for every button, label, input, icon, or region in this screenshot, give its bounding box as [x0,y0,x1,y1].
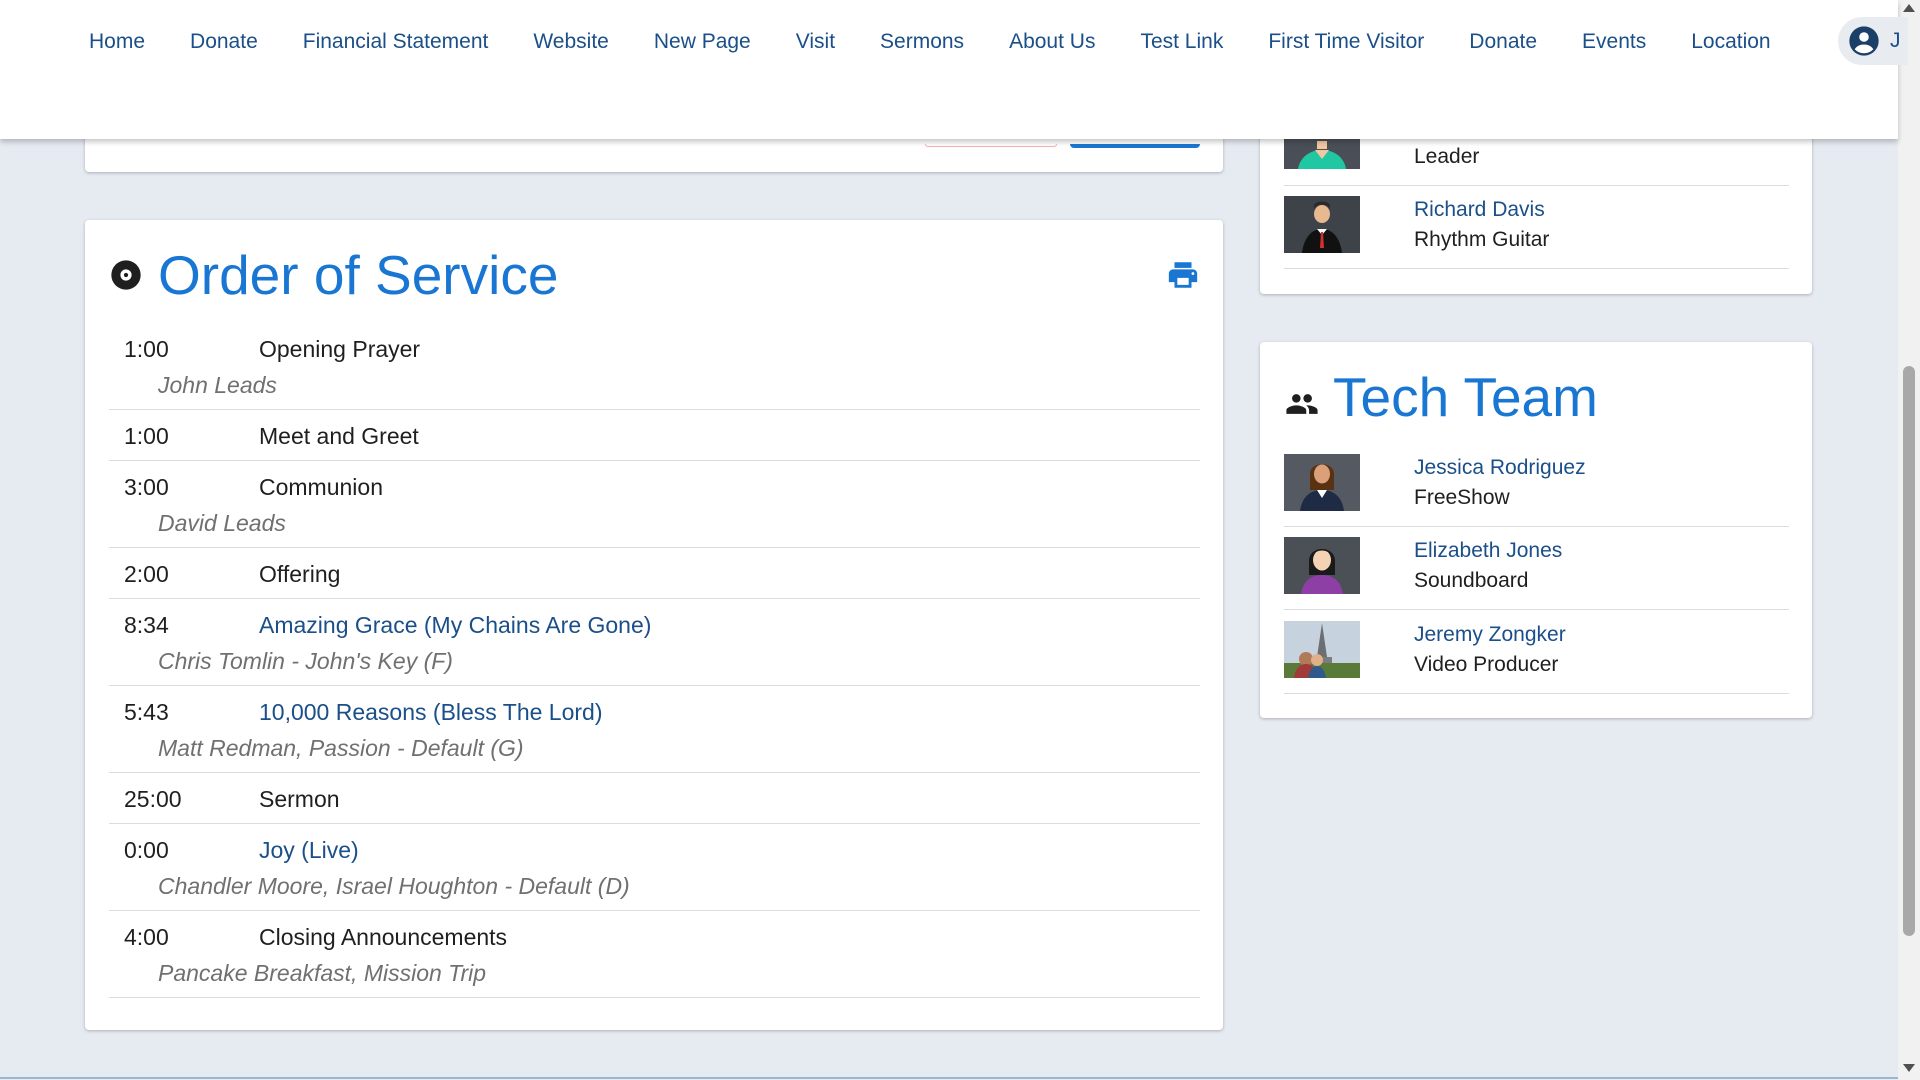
member-role: FreeShow [1414,486,1510,509]
nav-link-about-us[interactable]: About Us [1009,24,1095,60]
service-item-duration: 0:00 [124,836,169,863]
service-item-note: Chris Tomlin - John's Key (F) [158,648,453,674]
service-item: 4:00 Closing Announcements Pancake Break… [109,911,1200,998]
member-name-link[interactable]: Richard Davis [1414,198,1545,222]
service-item-song: 5:43 10,000 Reasons (Bless The Lord) Mat… [109,686,1200,773]
member-name-link[interactable]: Jeremy Zongker [1414,623,1566,647]
member-name-link[interactable]: Jessica Rodriguez [1414,456,1586,480]
avatar [1284,196,1360,253]
user-initial: J [1890,29,1901,52]
nav-links: Home Donate Financial Statement Website … [89,24,1816,60]
nav-link-website[interactable]: Website [533,24,608,60]
service-item-duration: 3:00 [124,473,169,500]
service-item-duration: 1:00 [124,335,169,362]
service-item-label: Offering [259,560,341,587]
scrollbar-thumb[interactable] [1903,366,1915,936]
member-role: Leader [1414,145,1480,168]
service-item-note: Chandler Moore, Israel Houghton - Defaul… [158,873,630,899]
account-circle-icon [1849,26,1879,56]
printer-icon[interactable] [1166,258,1200,292]
service-item-label: Opening Prayer [259,335,421,362]
nav-link-donate-2[interactable]: Donate [1469,24,1537,60]
people-icon [1286,394,1318,414]
outline-button[interactable] [925,144,1057,147]
nav-link-financial-statement[interactable]: Financial Statement [303,24,489,60]
service-item-duration: 2:00 [124,560,169,587]
nav-link-first-time-visitor[interactable]: First Time Visitor [1268,24,1424,60]
team-member: Leader [1284,131,1789,186]
order-of-service-card: Order of Service 1:00 Opening Prayer Joh… [85,220,1223,1030]
nav-link-new-page[interactable]: New Page [654,24,751,60]
order-of-service-header: Order of Service [110,245,1200,305]
service-item: 25:00 Sermon [109,773,1200,824]
tech-team-title: Tech Team [1333,366,1598,428]
nav-link-location[interactable]: Location [1691,24,1770,60]
team-member: Richard Davis Rhythm Guitar [1284,186,1789,269]
page-scrollbar[interactable] [1898,0,1920,1080]
nav-link-visit[interactable]: Visit [796,24,835,60]
service-item-duration: 4:00 [124,923,169,950]
team-member: Jeremy Zongker Video Producer [1284,611,1789,694]
member-role: Soundboard [1414,569,1529,592]
order-of-service-title: Order of Service [158,244,559,306]
service-item: 3:00 Communion David Leads [109,461,1200,548]
avatar [1284,621,1360,678]
service-item-duration: 8:34 [124,611,169,638]
avatar [1284,537,1360,594]
service-item-label: Meet and Greet [259,422,419,449]
nav-link-donate[interactable]: Donate [190,24,258,60]
song-link[interactable]: Joy (Live) [259,837,359,864]
nav-link-sermons[interactable]: Sermons [880,24,964,60]
disc-icon [111,260,141,290]
nav-link-home[interactable]: Home [89,24,145,60]
service-item-song: 8:34 Amazing Grace (My Chains Are Gone) … [109,599,1200,686]
service-item: 1:00 Meet and Greet [109,410,1200,461]
member-role: Video Producer [1414,653,1559,676]
team-member: Jessica Rodriguez FreeShow [1284,444,1789,527]
nav-link-test-link[interactable]: Test Link [1140,24,1223,60]
service-item-duration: 5:43 [124,698,169,725]
service-item-duration: 25:00 [124,785,182,812]
service-item-label: Closing Announcements [259,923,508,950]
scroll-down-arrow-icon[interactable] [1903,1064,1915,1072]
member-name-link[interactable]: Elizabeth Jones [1414,539,1562,563]
service-item-note: John Leads [158,372,277,398]
service-item-note: Pancake Breakfast, Mission Trip [158,960,487,986]
service-item-note: David Leads [158,510,286,536]
tech-team-card: Tech Team Jessica Rodriguez FreeShow Eli… [1260,342,1812,718]
service-item-duration: 1:00 [124,422,169,449]
service-item: 1:00 Opening Prayer John Leads [109,323,1200,410]
song-link[interactable]: 10,000 Reasons (Bless The Lord) [259,699,603,726]
footer-edge [0,1077,1898,1079]
user-menu-button[interactable]: J [1838,17,1908,65]
service-item-song: 0:00 Joy (Live) Chandler Moore, Israel H… [109,824,1200,911]
song-link[interactable]: Amazing Grace (My Chains Are Gone) [259,612,651,639]
top-navbar: Home Donate Financial Statement Website … [0,0,1908,139]
service-item-label: Sermon [259,785,340,812]
team-member: Elizabeth Jones Soundboard [1284,527,1789,610]
scroll-up-arrow-icon[interactable] [1903,4,1915,12]
order-of-service-list: 1:00 Opening Prayer John Leads 1:00 Meet… [109,323,1200,998]
primary-button[interactable] [1070,144,1200,148]
avatar [1284,454,1360,511]
service-item: 2:00 Offering [109,548,1200,599]
service-item-label: Communion [259,473,383,500]
service-item-note: Matt Redman, Passion - Default (G) [158,735,524,761]
nav-link-events[interactable]: Events [1582,24,1646,60]
member-role: Rhythm Guitar [1414,228,1550,251]
